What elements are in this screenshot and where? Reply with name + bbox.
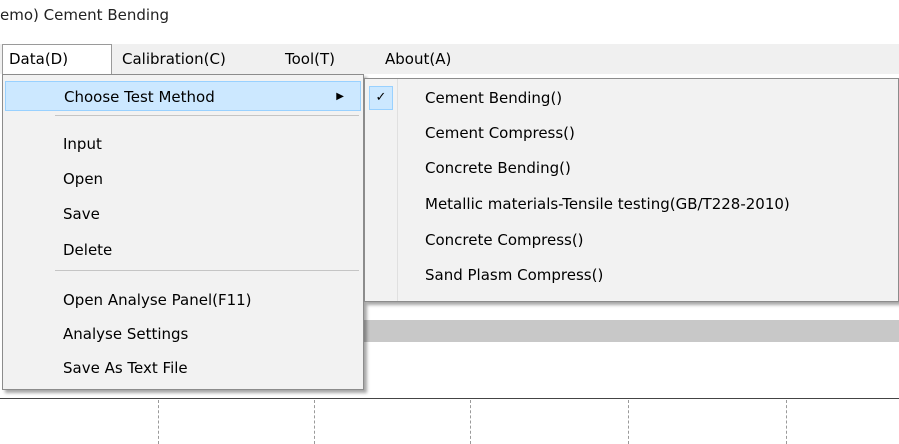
menu-item-delete[interactable]: Delete [5, 235, 361, 265]
grid-line [628, 400, 629, 444]
window-title: emo) Cement Bending [0, 6, 170, 24]
menu-separator [55, 270, 359, 271]
menu-item-save-as-text-file[interactable]: Save As Text File [5, 353, 361, 383]
data-dropdown-menu: Choose Test Method ▶ Input Open Save Del… [2, 74, 364, 390]
check-icon: ✓ [369, 86, 393, 110]
menu-item-input[interactable]: Input [5, 129, 361, 159]
submenu-item-concrete-bending[interactable]: Concrete Bending() [365, 153, 898, 183]
grid-line [158, 400, 159, 444]
menu-calibration[interactable]: Calibration(C) [116, 44, 232, 74]
menu-item-analyse-settings[interactable]: Analyse Settings [5, 319, 361, 349]
chart-top-axis-line [0, 398, 899, 399]
menu-item-open[interactable]: Open [5, 164, 361, 194]
submenu-item-label: Cement Bending() [425, 89, 563, 107]
menu-item-open-analyse-panel[interactable]: Open Analyse Panel(F11) [5, 285, 361, 315]
menu-tool[interactable]: Tool(T) [279, 44, 341, 74]
submenu-item-concrete-compress[interactable]: Concrete Compress() [365, 225, 898, 255]
submenu-item-sand-plasm-compress[interactable]: Sand Plasm Compress() [365, 260, 898, 290]
menu-item-label: Choose Test Method [64, 88, 215, 106]
menu-data[interactable]: Data(D) [2, 44, 112, 74]
grid-line [470, 400, 471, 444]
grid-line [786, 400, 787, 444]
chevron-right-icon: ▶ [336, 91, 344, 102]
test-method-submenu: ✓ Cement Bending() Cement Compress() Con… [364, 78, 899, 302]
panel-header-band [360, 320, 899, 342]
submenu-item-metallic-tensile[interactable]: Metallic materials-Tensile testing(GB/T2… [365, 189, 898, 219]
submenu-item-cement-compress[interactable]: Cement Compress() [365, 118, 898, 148]
menu-about[interactable]: About(A) [379, 44, 457, 74]
grid-line [314, 400, 315, 444]
menu-item-save[interactable]: Save [5, 199, 361, 229]
menu-item-choose-test-method[interactable]: Choose Test Method ▶ [5, 81, 361, 111]
submenu-item-cement-bending[interactable]: ✓ Cement Bending() [365, 83, 898, 113]
menu-separator [55, 115, 359, 116]
title-bar: emo) Cement Bending [0, 0, 899, 34]
menu-bar: Data(D) Calibration(C) Tool(T) About(A) [0, 44, 899, 74]
